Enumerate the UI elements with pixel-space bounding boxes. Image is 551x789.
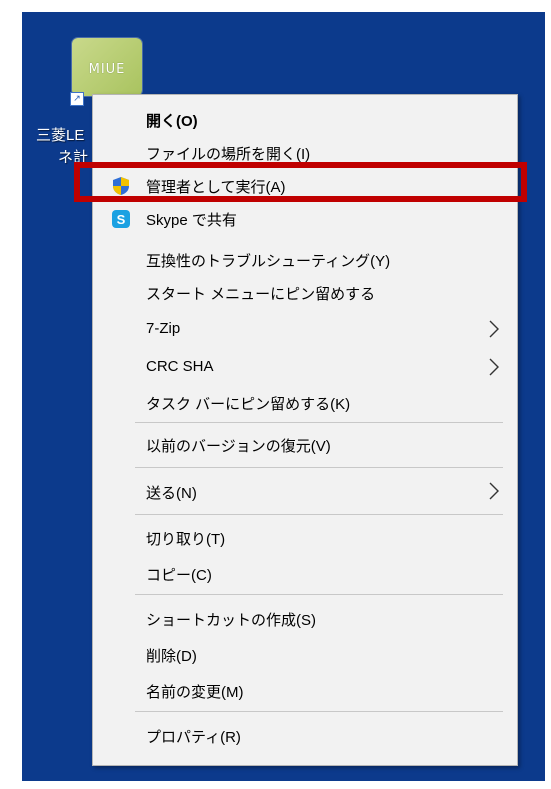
menu-separator (135, 514, 503, 515)
menu-item-label: 切り取り(T) (146, 531, 226, 548)
menu-item-label: プロパティ(R) (146, 729, 241, 746)
chevron-right-icon (489, 320, 499, 338)
desktop-icon-label-line1[interactable]: 三菱LE (36, 124, 84, 145)
svg-text:S: S (117, 212, 126, 227)
menu-separator (135, 711, 503, 712)
menu-item-label: 互換性のトラブルシューティング(Y) (146, 253, 391, 270)
menu-item-pin-start[interactable]: スタート メニューにピン留めする (93, 276, 517, 310)
desktop: MIUE ↗ 三菱LE ネ計 開く(O) ファイルの場所を開く(I) 管理者とし… (0, 0, 551, 789)
menu-item-share-skype[interactable]: S Skype で共有 (93, 202, 517, 236)
menu-item-label: 名前の変更(M) (146, 684, 244, 701)
menu-item-label: Skype で共有 (146, 212, 237, 229)
menu-separator (135, 467, 503, 468)
menu-item-label: 以前のバージョンの復元(V) (146, 438, 331, 455)
menu-item-restore-previous[interactable]: 以前のバージョンの復元(V) (93, 428, 517, 462)
menu-separator (135, 422, 503, 423)
menu-item-rename[interactable]: 名前の変更(M) (93, 674, 517, 708)
menu-item-label: タスク バーにピン留めする(K) (146, 396, 351, 413)
menu-item-label: 送る(N) (146, 485, 197, 502)
menu-item-open[interactable]: 開く(O) (93, 103, 517, 137)
shortcut-arrow-icon: ↗ (70, 92, 84, 106)
menu-item-label: CRC SHA (146, 358, 214, 375)
menu-item-copy[interactable]: コピー(C) (93, 557, 517, 591)
menu-item-label: ファイルの場所を開く(I) (146, 146, 311, 163)
menu-item-delete[interactable]: 削除(D) (93, 638, 517, 672)
chevron-right-icon (489, 358, 499, 376)
menu-item-compat-troubleshoot[interactable]: 互換性のトラブルシューティング(Y) (93, 243, 517, 277)
menu-item-label: スタート メニューにピン留めする (146, 286, 376, 303)
menu-separator (135, 594, 503, 595)
menu-item-pin-taskbar[interactable]: タスク バーにピン留めする(K) (93, 386, 517, 420)
menu-item-send-to[interactable]: 送る(N) (93, 475, 517, 509)
menu-item-label: 開く(O) (146, 113, 198, 130)
menu-item-label: 削除(D) (146, 648, 197, 665)
skype-icon: S (112, 210, 130, 228)
chevron-right-icon (489, 482, 499, 500)
app-logo-text: MIUE (88, 62, 126, 77)
app-shortcut-icon[interactable]: MIUE (72, 38, 142, 96)
menu-item-cut[interactable]: 切り取り(T) (93, 521, 517, 555)
menu-item-7zip[interactable]: 7-Zip (93, 313, 517, 347)
menu-item-crc-sha[interactable]: CRC SHA (93, 351, 517, 385)
menu-item-create-shortcut[interactable]: ショートカットの作成(S) (93, 602, 517, 636)
menu-item-properties[interactable]: プロパティ(R) (93, 719, 517, 753)
menu-item-label: 7-Zip (146, 320, 181, 337)
menu-item-label: ショートカットの作成(S) (146, 612, 316, 629)
highlight-annotation-box (74, 162, 527, 202)
menu-item-label: コピー(C) (146, 567, 212, 584)
